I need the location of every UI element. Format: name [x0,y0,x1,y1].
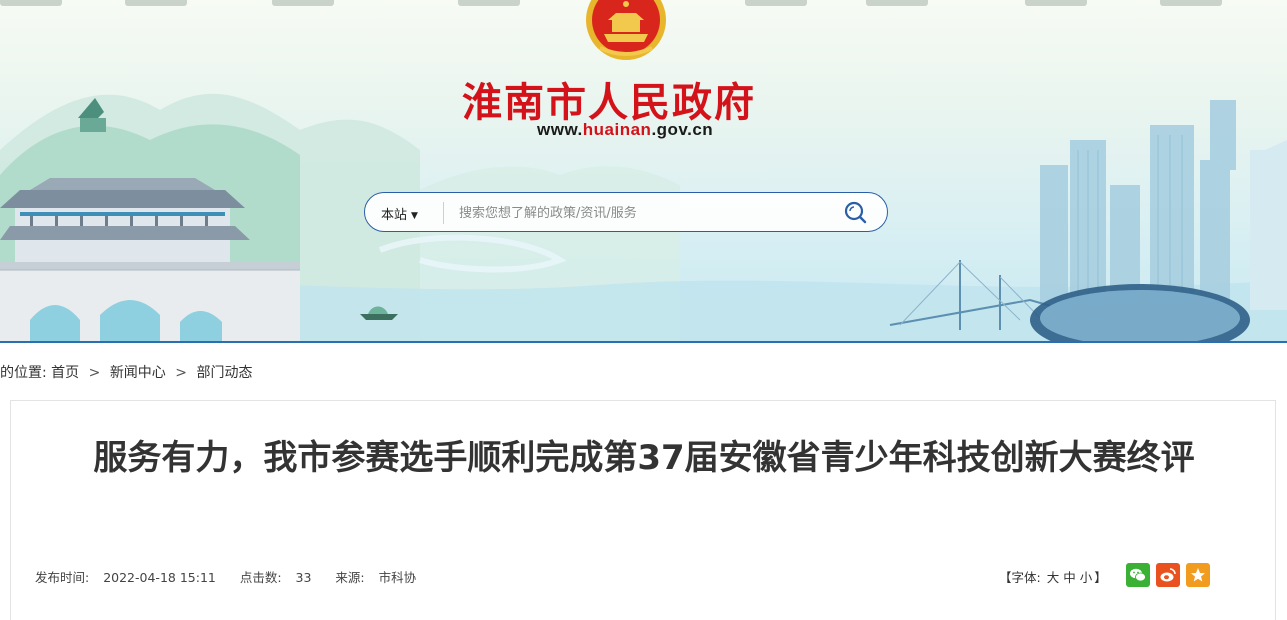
wechat-share-button[interactable] [1126,563,1150,587]
nav-item[interactable] [458,0,520,6]
font-size-label: 【字体: [999,570,1041,585]
favorite-share-button[interactable] [1186,563,1210,587]
url-prefix: www. [537,120,583,139]
breadcrumb-home[interactable]: 首页 [51,365,79,381]
nav-item[interactable] [125,0,187,6]
font-size-large-button[interactable]: 大 [1047,570,1060,585]
weibo-share-icon [1160,568,1176,582]
click-count: 点击数: 33 [240,570,322,585]
wechat-share-icon [1130,568,1146,582]
source: 来源: 市科协 [335,570,426,585]
search-input[interactable] [459,201,839,225]
nav-item[interactable] [745,0,807,6]
font-size-bracket: 】 [1094,570,1107,585]
search-scope-label: 本站 [381,208,408,223]
nav-item[interactable] [1025,0,1087,6]
publish-time: 发布时间: 2022-04-18 15:11 [35,570,226,585]
source-label: 来源: [335,570,365,585]
search-icon[interactable] [843,200,869,226]
breadcrumb: 的位置: 首页 > 新闻中心 > 部门动态 [0,362,252,384]
weibo-share-button[interactable] [1156,563,1180,587]
font-size-small-button[interactable]: 小 [1080,570,1093,585]
search-scope-dropdown[interactable]: 本站 ▼ [381,204,418,223]
breadcrumb-department-news[interactable]: 部门动态 [196,365,252,381]
publish-time-value: 2022-04-18 15:11 [103,570,216,585]
source-value: 市科协 [378,570,417,585]
national-emblem-icon [586,0,666,60]
nav-item[interactable] [866,0,928,6]
search-divider [443,202,444,224]
header-banner: 淮南市人民政府 www.huainan.gov.cn 本站 ▼ [0,0,1287,343]
article-meta: 发布时间: 2022-04-18 15:11 点击数: 33 来源: 市科协 [35,567,436,586]
breadcrumb-separator: > [175,365,187,381]
click-count-label: 点击数: [239,570,282,585]
font-size-medium-button[interactable]: 中 [1063,570,1076,585]
publish-time-label: 发布时间: [35,570,90,585]
breadcrumb-separator: > [88,365,101,381]
click-count-value: 33 [295,570,312,585]
nav-item[interactable] [0,0,62,6]
article-card: 服务有力，我市参赛选手顺利完成第37届安徽省青少年科技创新大赛终评 发布时间: … [10,400,1276,620]
breadcrumb-news-center[interactable]: 新闻中心 [110,365,166,381]
font-size-switcher: 【字体: 大中小】 [999,567,1107,586]
nav-item[interactable] [1160,0,1222,6]
breadcrumb-prefix: 的位置: [0,365,47,381]
caret-down-icon: ▼ [411,211,418,221]
url-highlight: huainan [582,120,652,139]
site-url: www.huainan.gov.cn [537,120,713,140]
url-suffix: .gov.cn [651,120,714,139]
article-title: 服务有力，我市参赛选手顺利完成第37届安徽省青少年科技创新大赛终评 [93,438,1195,478]
star-icon [1191,568,1205,582]
search-bar: 本站 ▼ [364,192,888,232]
nav-item[interactable] [272,0,334,6]
